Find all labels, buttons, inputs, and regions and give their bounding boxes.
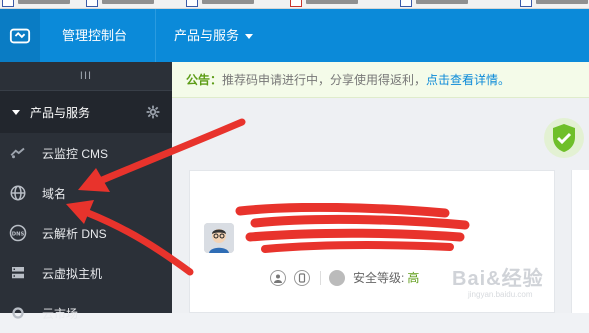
sidebar-item-label: 云监控 CMS xyxy=(42,146,109,161)
bookmark-icon xyxy=(2,0,14,7)
sidebar-item-label: 云虚拟主机 xyxy=(42,266,103,281)
watermark-logo: Bai&经验 xyxy=(452,268,544,290)
redaction-scribble xyxy=(235,203,470,253)
security-level-icon xyxy=(329,269,345,286)
top-navbar: 管理控制台 产品与服务 xyxy=(0,9,589,62)
announcement-label: 公告： xyxy=(186,73,223,87)
bookmark-item[interactable] xyxy=(2,0,70,7)
bookmark-item[interactable] xyxy=(290,0,358,7)
console-label: 管理控制台 xyxy=(62,28,128,43)
cloud-logo-icon-svg xyxy=(9,28,31,43)
sidebar-item-label: 云解析 DNS xyxy=(42,226,107,241)
sidebar-item-hosting[interactable]: 云虚拟主机 xyxy=(0,253,172,293)
phone-verify-icon[interactable] xyxy=(294,269,310,286)
announcement-bar: 公告：推荐码申请进行中，分享使用得返利，点击查看详情。 xyxy=(172,62,589,98)
sidebar-section-products[interactable]: 产品与服务 xyxy=(0,91,172,133)
bookmark-item[interactable] xyxy=(520,0,588,7)
gear-icon[interactable] xyxy=(146,105,160,119)
security-shield-icon xyxy=(544,118,584,158)
sidebar-item-domain[interactable]: 域名 xyxy=(0,173,172,213)
dns-icon: DNS xyxy=(8,223,28,243)
sidebar-item-cms[interactable]: 云监控 CMS xyxy=(0,133,172,173)
section-label: 产品与服务 xyxy=(30,105,91,120)
chevron-down-icon xyxy=(245,34,254,40)
market-icon xyxy=(8,303,28,323)
bookmark-label xyxy=(536,0,588,4)
sidebar-item-dns[interactable]: DNS 云解析 DNS xyxy=(0,213,172,253)
avatar[interactable] xyxy=(204,223,234,253)
bookmark-icon xyxy=(86,0,98,7)
monitor-icon xyxy=(8,143,28,163)
sidebar: III 产品与服务 云监控 CMS 域名 DNS 云解析 DNS 云虚拟主机 云… xyxy=(0,62,172,321)
announcement-text: 推荐码申请进行中，分享使用得返利， xyxy=(222,73,427,87)
caret-down-icon xyxy=(12,109,20,115)
cloud-logo-icon[interactable] xyxy=(0,9,40,62)
account-status-row: 安全等级: 高 xyxy=(270,269,419,286)
watermark-url: jingyan.baidu.com xyxy=(468,290,533,299)
sidebar-item-label: 云市场 xyxy=(42,306,79,321)
security-level-value: 高 xyxy=(407,271,420,285)
announcement-link[interactable]: 点击查看详情。 xyxy=(426,73,510,87)
bookmark-label xyxy=(202,0,254,4)
sidebar-collapse-toggle[interactable]: III xyxy=(0,62,172,91)
security-label: 安全等级: xyxy=(353,271,405,285)
bookmarks-bar xyxy=(0,0,589,9)
bookmark-item[interactable] xyxy=(400,0,468,7)
sidebar-item-market[interactable]: 云市场 xyxy=(0,293,172,333)
bookmark-label xyxy=(18,0,70,4)
user-verify-icon[interactable] xyxy=(270,269,286,286)
bookmark-item[interactable] xyxy=(186,0,254,7)
bookmark-icon xyxy=(186,0,198,7)
bookmark-label xyxy=(102,0,154,4)
bookmark-icon xyxy=(290,0,302,7)
products-nav-dropdown[interactable]: 产品与服务 xyxy=(155,9,271,62)
console-nav-link[interactable]: 管理控制台 xyxy=(44,9,145,62)
bookmark-icon xyxy=(520,0,532,7)
sidebar-item-label: 域名 xyxy=(42,186,67,201)
globe-icon xyxy=(8,183,28,203)
server-icon xyxy=(8,263,28,283)
collapse-label: III xyxy=(79,70,93,82)
next-card-edge xyxy=(571,170,589,313)
bookmark-icon xyxy=(400,0,412,7)
divider xyxy=(320,270,321,285)
bookmark-label xyxy=(416,0,468,4)
svg-text:DNS: DNS xyxy=(12,231,25,237)
bookmark-item[interactable] xyxy=(86,0,154,7)
bookmark-label xyxy=(306,0,358,4)
products-label: 产品与服务 xyxy=(174,28,240,43)
